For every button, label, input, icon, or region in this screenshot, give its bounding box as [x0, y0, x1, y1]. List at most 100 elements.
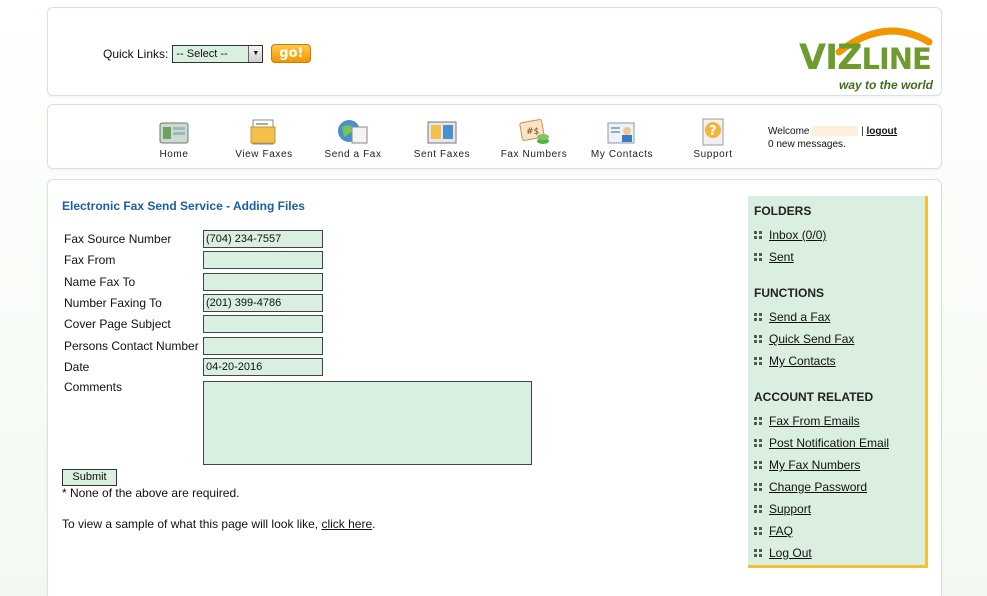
view-faxes-icon: [250, 119, 276, 145]
sidebar-item-log-out[interactable]: Log Out: [754, 542, 925, 564]
field-cover-page-subject: Cover Page Subject: [64, 315, 323, 333]
sample-text: To view a sample of what this page will …: [62, 517, 319, 531]
fax-from-input[interactable]: [203, 251, 323, 269]
cover-page-subject-input[interactable]: [203, 315, 323, 333]
go-button[interactable]: go!: [271, 44, 312, 63]
send-fax-icon: [338, 120, 368, 144]
number-faxing-to-input[interactable]: (201) 399-4786: [203, 294, 323, 312]
contacts-icon: [607, 122, 635, 144]
grip-dots-icon: [754, 439, 762, 447]
sidebar-item-my-contacts[interactable]: My Contacts: [754, 350, 925, 372]
field-label: Fax From: [64, 253, 116, 267]
field-name-fax-to: Name Fax To: [64, 273, 323, 291]
chevron-down-icon: ▼: [248, 45, 263, 62]
nav-send-fax[interactable]: Send a Fax: [313, 117, 393, 160]
name-fax-to-input[interactable]: [203, 273, 323, 291]
svg-text:?: ?: [709, 124, 717, 139]
main-panel: Electronic Fax Send Service - Adding Fil…: [47, 179, 942, 596]
sample-link[interactable]: click here: [321, 517, 372, 531]
sidebar-link[interactable]: Log Out: [769, 546, 812, 560]
grip-dots-icon: [754, 313, 762, 321]
sidebar-link[interactable]: Quick Send Fax: [769, 332, 854, 346]
sample-end: .: [372, 517, 376, 531]
sent-faxes-icon: [427, 121, 457, 144]
quick-links-label: Quick Links:: [103, 46, 169, 61]
welcome-separator: |: [861, 126, 864, 137]
sidebar-link[interactable]: Fax From Emails: [769, 414, 860, 428]
field-label: Name Fax To: [64, 275, 136, 289]
home-icon: [159, 122, 189, 144]
field-fax-from: Fax From: [64, 251, 323, 269]
sidebar-link[interactable]: My Contacts: [769, 354, 836, 368]
grip-dots-icon: [754, 253, 762, 261]
grip-dots-icon: [754, 527, 762, 535]
folders-heading: FOLDERS: [754, 204, 812, 218]
field-label: Number Faxing To: [64, 296, 162, 310]
nav-my-contacts[interactable]: My Contacts: [582, 117, 662, 160]
nav-label-send-fax: Send a Fax: [324, 149, 382, 160]
sidebar-item-my-fax-numbers[interactable]: My Fax Numbers: [754, 454, 925, 476]
nav-home[interactable]: Home: [134, 117, 214, 160]
comments-label: Comments: [64, 380, 123, 394]
sidebar-link[interactable]: My Fax Numbers: [769, 458, 860, 472]
nav-view-faxes[interactable]: View Faxes: [224, 117, 304, 160]
account-heading: ACCOUNT RELATED: [754, 390, 874, 404]
required-note: * None of the above are required.: [62, 486, 240, 500]
field-label: Cover Page Subject: [64, 317, 171, 331]
sidebar-item-send-a-fax[interactable]: Send a Fax: [754, 306, 925, 328]
nav-fax-numbers[interactable]: #$ Fax Numbers: [494, 117, 574, 160]
sidebar: FOLDERS Inbox (0/0) Sent FUNCTIONS Send …: [748, 196, 928, 568]
logo-name-part1: Viz: [799, 38, 862, 78]
logo-name-part2: Line: [861, 42, 932, 76]
sidebar-link[interactable]: Support: [769, 502, 811, 516]
nav-support[interactable]: ? Support: [673, 117, 753, 160]
grip-dots-icon: [754, 461, 762, 469]
sidebar-item-change-password[interactable]: Change Password: [754, 476, 925, 498]
submit-button[interactable]: Submit: [62, 469, 117, 486]
quick-links-select[interactable]: -- Select -- ▼: [172, 44, 264, 63]
persons-contact-number-input[interactable]: [203, 337, 323, 355]
sidebar-item-sent[interactable]: Sent: [754, 246, 925, 268]
logo-tagline: way to the world: [839, 78, 934, 92]
welcome-block: Welcome | logout 0 new messages.: [768, 125, 897, 151]
new-messages-text: 0 new messages.: [768, 139, 846, 150]
sidebar-link[interactable]: Send a Fax: [769, 310, 830, 324]
header-panel: Quick Links: -- Select -- ▼ go! VizLine …: [47, 7, 942, 96]
sidebar-link[interactable]: Change Password: [769, 480, 867, 494]
logout-link[interactable]: logout: [866, 126, 897, 137]
page-title: Electronic Fax Send Service - Adding Fil…: [62, 199, 305, 213]
sidebar-link[interactable]: Inbox (0/0): [769, 228, 826, 242]
sidebar-item-faq[interactable]: FAQ: [754, 520, 925, 542]
field-label: Persons Contact Number: [64, 339, 199, 353]
nav-panel: Home View Faxes Send a Fax Sent Faxes #$…: [47, 104, 942, 169]
svg-text:#$: #$: [526, 127, 539, 137]
field-number-faxing-to: Number Faxing To (201) 399-4786: [64, 294, 323, 312]
welcome-text: Welcome: [768, 126, 810, 137]
grip-dots-icon: [754, 483, 762, 491]
sidebar-link[interactable]: FAQ: [769, 524, 793, 538]
sidebar-link[interactable]: Post Notification Email: [769, 436, 889, 450]
sidebar-item-inbox[interactable]: Inbox (0/0): [754, 224, 925, 246]
grip-dots-icon: [754, 231, 762, 239]
sample-line: To view a sample of what this page will …: [62, 517, 376, 531]
comments-textarea[interactable]: [203, 381, 532, 465]
support-icon: ?: [702, 118, 724, 146]
nav-label-home: Home: [159, 149, 189, 160]
nav-label-sent-faxes: Sent Faxes: [413, 149, 471, 160]
vizline-logo[interactable]: VizLine way to the world: [795, 16, 935, 92]
fax-numbers-icon: #$: [519, 119, 549, 144]
field-label: Fax Source Number: [64, 232, 172, 246]
sidebar-item-fax-from-emails[interactable]: Fax From Emails: [754, 410, 925, 432]
nav-sent-faxes[interactable]: Sent Faxes: [402, 117, 482, 160]
sidebar-link[interactable]: Sent: [769, 250, 794, 264]
logo-wordmark: VizLine: [799, 38, 932, 78]
sidebar-item-quick-send-fax[interactable]: Quick Send Fax: [754, 328, 925, 350]
grip-dots-icon: [754, 335, 762, 343]
nav-label-my-contacts: My Contacts: [590, 149, 654, 160]
functions-heading: FUNCTIONS: [754, 286, 824, 300]
date-input[interactable]: 04-20-2016: [203, 358, 323, 376]
sidebar-item-post-notification-email[interactable]: Post Notification Email: [754, 432, 925, 454]
grip-dots-icon: [754, 505, 762, 513]
sidebar-item-support[interactable]: Support: [754, 498, 925, 520]
fax-source-number-input[interactable]: (704) 234-7557: [203, 230, 323, 248]
